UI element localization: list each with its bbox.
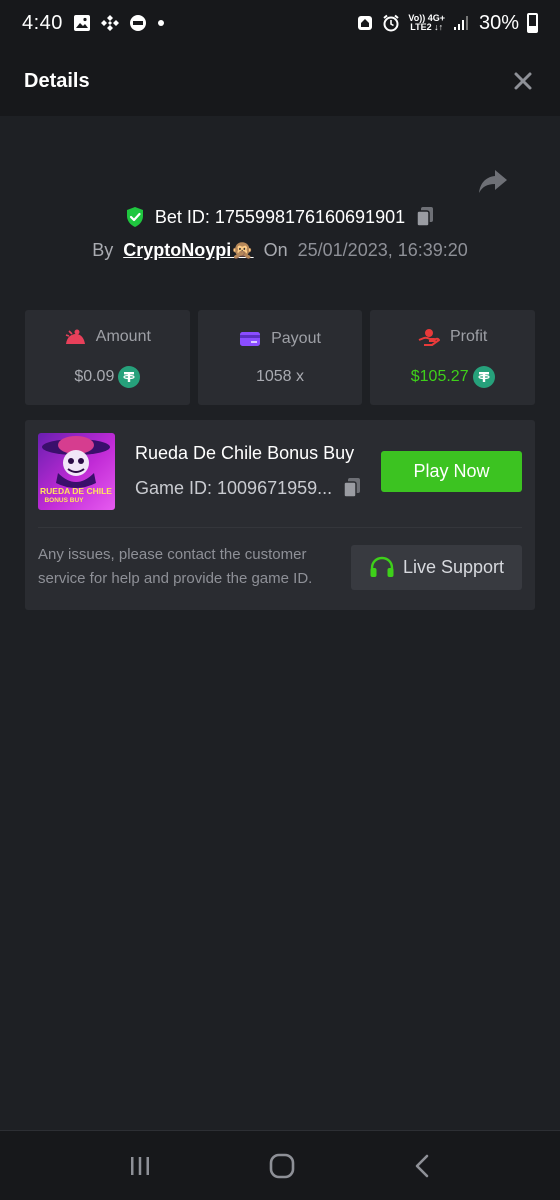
by-label: By (92, 240, 114, 260)
stat-payout-head: Payout (239, 330, 321, 348)
network-bottom: LTE2 ↓↑ (410, 22, 444, 32)
alarm-icon (383, 14, 400, 32)
gallery-icon (73, 15, 90, 31)
stat-amount-value-row: $0.09 (74, 365, 141, 388)
card-icon (240, 331, 261, 346)
stat-payout: Payout 1058 x (197, 310, 363, 405)
home-icon[interactable] (269, 1153, 295, 1179)
tether-icon (118, 365, 141, 388)
stat-amount-head: Amount (64, 328, 151, 346)
bet-date: 25/01/2023, 16:39:20 (297, 240, 468, 260)
thumb-title: RUEDA DE CHILE (40, 486, 112, 496)
stat-amount-value: $0.09 (74, 367, 115, 385)
amount-icon (65, 329, 85, 344)
stat-profit-head: Profit (418, 328, 487, 346)
bet-stats: Amount $0.09 Payout 1058 x Profit $105.2… (25, 310, 536, 405)
status-time: 4:40 (22, 11, 63, 34)
stat-payout-value: 1058 x (255, 367, 305, 385)
recent-apps-icon[interactable] (128, 1154, 152, 1178)
stat-amount-label: Amount (95, 327, 151, 345)
bet-id-row: Bet ID: 1755998176160691901 (0, 206, 560, 228)
play-now-label: Play Now (413, 461, 490, 481)
share-icon[interactable] (478, 168, 508, 194)
stat-profit-value: $105.27 (410, 367, 469, 385)
stat-profit-value-row: $105.27 (410, 365, 495, 388)
app-icon (129, 15, 146, 31)
battery-icon (527, 13, 538, 33)
game-id-row: Game ID: 1009671959... (135, 477, 362, 499)
copy-icon[interactable] (415, 206, 435, 228)
live-support-button[interactable]: Live Support (351, 545, 522, 590)
game-thumbnail[interactable]: RUEDA DE CHILE BONUS BUY (38, 433, 115, 510)
thumb-sub: BONUS BUY (44, 497, 84, 504)
headset-icon (370, 556, 394, 577)
notification-dot-icon (157, 20, 164, 26)
play-now-button[interactable]: Play Now (381, 451, 522, 492)
on-label: On (263, 240, 288, 260)
stat-amount: Amount $0.09 (25, 310, 190, 405)
system-nav-bar (0, 1130, 560, 1200)
user-link[interactable]: CryptoNoypi🙊 (123, 240, 253, 261)
game-card: RUEDA DE CHILE BONUS BUY Rueda De Chile … (25, 420, 535, 610)
details-header: Details (0, 46, 560, 116)
close-icon[interactable] (510, 68, 536, 94)
back-icon[interactable] (412, 1153, 432, 1179)
live-support-label: Live Support (402, 557, 505, 577)
stat-profit: Profit $105.27 (370, 310, 536, 405)
battery-percent: 30% (478, 11, 519, 34)
copy-icon[interactable] (342, 477, 362, 499)
stat-payout-value-row: 1058 x (256, 368, 304, 386)
game-name: Rueda De Chile Bonus Buy (135, 443, 355, 463)
stat-payout-label: Payout (271, 329, 321, 347)
stat-profit-label: Profit (450, 327, 488, 345)
binance-icon (100, 15, 119, 31)
bet-id: Bet ID: 1755998176160691901 (154, 206, 406, 227)
shield-check-icon (126, 207, 143, 227)
profit-icon (418, 328, 440, 346)
game-art: RUEDA DE CHILE BONUS BUY (40, 436, 112, 504)
page-title: Details (24, 69, 90, 92)
divider (38, 527, 522, 528)
bet-meta-row: By CryptoNoypi🙊 On 25/01/2023, 16:39:20 (0, 240, 560, 261)
tether-icon (472, 365, 495, 388)
signal-icon (453, 16, 468, 30)
support-text: Any issues, please contact the customer … (38, 546, 313, 587)
status-bar: 4:40 Vo)) 4G+ LTE2 ↓↑ 30% (0, 0, 560, 46)
game-id: Game ID: 1009671959... (135, 477, 333, 498)
network-indicator: Vo)) 4G+ LTE2 ↓↑ (408, 14, 445, 32)
lock-home-icon (358, 16, 373, 30)
